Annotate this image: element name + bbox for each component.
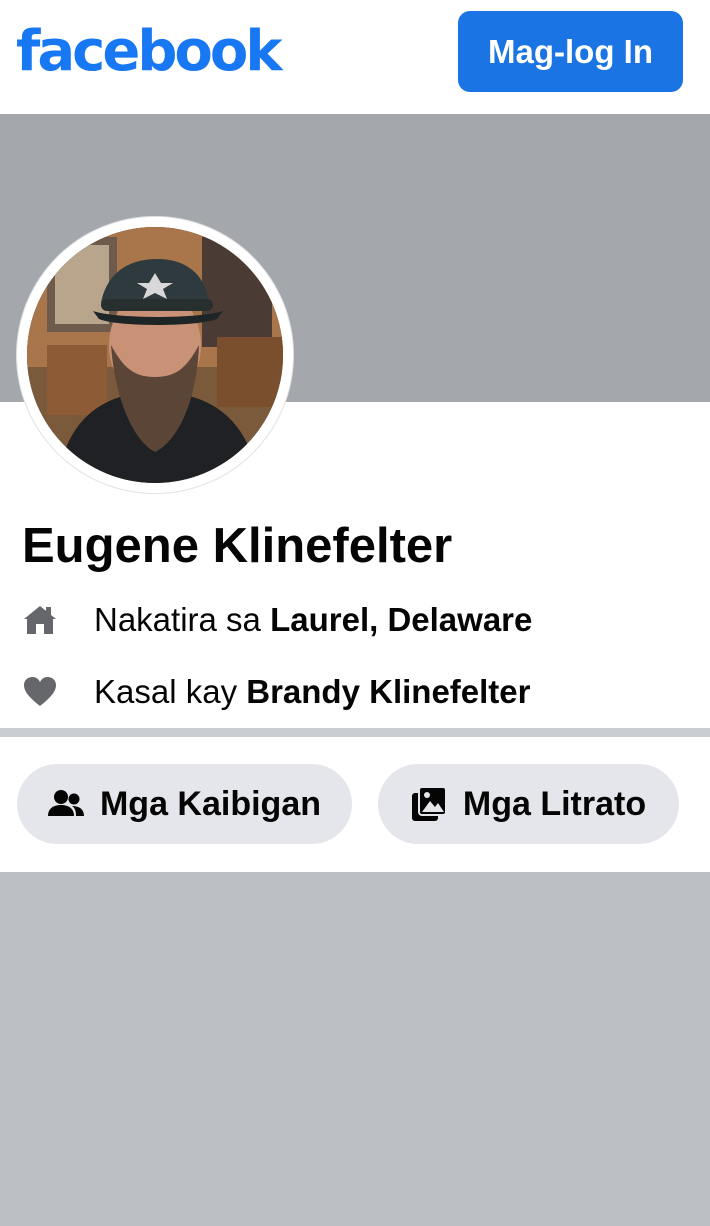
top-bar: facebook Mag-log In	[0, 0, 710, 114]
home-icon	[24, 606, 56, 634]
photos-icon	[411, 786, 447, 821]
profile-picture[interactable]	[27, 227, 283, 483]
friends-button[interactable]: Mga Kaibigan	[17, 764, 352, 844]
login-button[interactable]: Mag-log In	[458, 11, 683, 92]
heart-icon	[24, 677, 56, 706]
profile-name: Eugene Klinefelter	[22, 519, 453, 573]
lives-in-row: Nakatira sa Laurel, Delaware	[22, 598, 702, 642]
relationship-prefix: Kasal kay	[94, 673, 247, 710]
photos-label: Mga Litrato	[462, 784, 647, 823]
relationship-row: Kasal kay Brandy Klinefelter	[22, 670, 702, 714]
profile-photo-image	[27, 227, 283, 483]
profile-picture-frame[interactable]	[17, 217, 293, 493]
profile-tabs: Mga Kaibigan Mga Litrato	[0, 737, 710, 872]
lives-in-place[interactable]: Laurel, Delaware	[270, 601, 532, 639]
section-divider	[0, 728, 710, 737]
spouse-name[interactable]: Brandy Klinefelter	[246, 673, 530, 711]
facebook-logo[interactable]: facebook	[16, 14, 283, 90]
friends-icon	[47, 790, 84, 816]
lives-in-prefix: Nakatira sa	[94, 601, 271, 638]
photos-button[interactable]: Mga Litrato	[378, 764, 679, 844]
friends-label: Mga Kaibigan	[99, 784, 322, 823]
